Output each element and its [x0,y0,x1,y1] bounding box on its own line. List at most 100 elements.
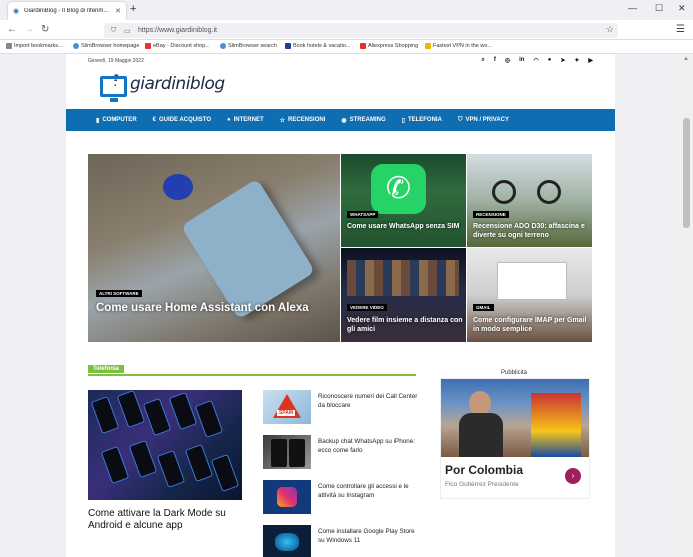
nav-vpn-privacy[interactable]: ⛉ VPN / PRIVACY [458,117,509,124]
bookmark-item[interactable]: Fastest VPN in the wo... [425,43,492,49]
slimbrowser-icon [220,43,226,49]
close-tab-icon[interactable]: ✕ [115,7,121,15]
dark-mode-phones-image [88,390,242,500]
list-item[interactable]: Come installare Google Play Store su Win… [263,525,415,557]
rss-icon[interactable]: ◠ [533,57,538,64]
advertisement[interactable]: ⓘ Por Colombia Fico Gutiérrez Presidente… [440,378,590,499]
ad-arrow-button[interactable]: › [565,468,581,484]
nav-guide-acquisto[interactable]: € GUIDE ACQUISTO [153,117,211,123]
category-badge[interactable]: RECENSIONE [473,211,509,218]
scrollbar[interactable]: ▲ [680,54,693,557]
section-label[interactable]: Telefonia [88,365,124,373]
nav-internet[interactable]: ● INTERNET [227,117,264,123]
featured-article-gmail[interactable]: GMAIL Come configurare IMAP per Gmail in… [467,248,592,342]
article-title[interactable]: Come usare Home Assistant con Alexa [96,301,316,315]
ad-subtitle: Fico Gutiérrez Presidente [445,481,519,488]
globe-icon: ● [227,117,231,123]
booking-icon [285,43,291,49]
featured-article-film[interactable]: VEDERE VIDEO Vedere film insieme a dista… [341,248,466,342]
featured-article-main[interactable]: ALTRI SOFTWARE Come usare Home Assistant… [88,154,340,342]
logo-text: giardiniblog [130,74,225,94]
bookmark-item[interactable]: SlimBrowser search [220,43,277,49]
youtube-icon[interactable]: ▶ [588,57,593,64]
article-title[interactable]: Backup chat WhatsApp su iPhone: ecco com… [318,437,420,455]
movie-posters-image [347,260,459,296]
bookmark-item[interactable]: SlimBrowser homepage [73,43,139,49]
shield-icon[interactable]: ⛉ [111,27,121,35]
webpage: Giovedì, 19 Maggio 2022 ⌕ f ◎ in ◠ ● ➤ ✦… [66,54,615,557]
list-item[interactable]: Backup chat WhatsApp su iPhone: ecco com… [263,435,415,471]
phone-icon: ▯ [401,117,405,124]
ad-label: Pubblicità [501,370,528,376]
bookmark-item[interactable]: eBay - Discount shop... [145,43,210,49]
linkedin-icon[interactable]: in [519,57,524,64]
star-icon: ☆ [279,117,286,124]
scroll-up-icon[interactable]: ▲ [683,56,689,62]
list-item[interactable]: Come controllare gli accessi e le attivi… [263,480,413,516]
slimbrowser-icon [73,43,79,49]
social-icons: ⌕ f ◎ in ◠ ● ➤ ✦ ▶ [481,57,593,64]
vpn-icon [425,43,431,49]
spam-warning-image: SPAM [263,390,311,424]
reddit-icon[interactable]: ● [548,57,552,64]
forward-icon[interactable]: → [24,24,34,35]
address-bar[interactable]: ⛉ ▭ https://www.giardiniblog.it ☆ [104,23,618,38]
article-title[interactable]: Come configurare IMAP per Gmail in modo … [473,316,589,334]
minimize-button[interactable]: — [628,3,637,13]
twitter-icon[interactable]: ✦ [574,57,579,64]
facebook-icon[interactable]: f [494,57,496,64]
device-image [180,178,316,320]
gmail-screenshot-image [497,262,567,300]
import-icon [6,43,12,49]
url-text[interactable]: https://www.giardiniblog.it [138,27,217,34]
nav-streaming[interactable]: ◉ STREAMING [341,117,385,124]
bookmark-item[interactable]: Aliexpress Shopping [360,43,418,49]
close-window-button[interactable]: ✕ [678,3,686,14]
section-header: Telefonia [88,365,416,376]
current-date: Giovedì, 19 Maggio 2022 [88,58,144,64]
section-main-article[interactable]: Come attivare la Dark Mode su Android e … [88,390,242,532]
article-title[interactable]: Come usare WhatsApp senza SIM [347,222,463,231]
nav-telefonia[interactable]: ▯ TELEFONIA [402,117,442,124]
bookmark-item[interactable]: Import bookmarks... [6,43,63,49]
maximize-button[interactable]: ☐ [655,3,663,14]
reload-icon[interactable]: ↻ [41,24,49,35]
scrollbar-thumb[interactable] [683,118,690,228]
play-store-windows-image [263,525,311,557]
back-icon[interactable]: ← [7,24,17,35]
new-tab-button[interactable]: + [130,3,136,15]
article-title[interactable]: Vedere film insieme a distanza con gli a… [347,316,463,334]
play-icon: ◉ [341,117,347,124]
article-title[interactable]: Come controllare gli accessi e le attivi… [318,482,420,500]
search-icon[interactable]: ⌕ [481,57,484,64]
hamburger-menu-icon[interactable]: ☰ [676,24,685,35]
bookmarks-bar: Import bookmarks... SlimBrowser homepage… [0,40,693,54]
category-badge[interactable]: WHATSAPP [347,211,379,218]
nav-recensioni[interactable]: ☆ RECENSIONI [280,117,326,124]
tab-bar: ◉ GiardiniBlog - Il Blog di riferim... ✕… [0,0,693,20]
bookmark-item[interactable]: Book hotels & vacatio... [285,43,350,49]
bookmark-star-icon[interactable]: ☆ [606,24,614,35]
article-title[interactable]: Recensione ADO D30: affascina e diverte … [473,222,589,240]
instagram-icon[interactable]: ◎ [505,57,510,64]
featured-article-whatsapp[interactable]: ✆ WHATSAPP Come usare WhatsApp senza SIM [341,154,466,247]
keyfob-image [163,174,193,200]
article-title[interactable]: Come attivare la Dark Mode su Android e … [88,508,242,532]
article-title[interactable]: Come installare Google Play Store su Win… [318,527,420,545]
browser-tab[interactable]: ◉ GiardiniBlog - Il Blog di riferim... ✕ [8,2,126,20]
featured-article-ado[interactable]: RECENSIONE Recensione ADO D30: affascina… [467,154,592,247]
category-badge[interactable]: VEDERE VIDEO [347,304,387,311]
whatsapp-icon: ✆ [371,164,426,214]
lock-icon[interactable]: ▭ [124,27,134,35]
list-item[interactable]: SPAM Riconoscere numeri dei Call Center … [263,390,417,426]
article-title[interactable]: Riconoscere numeri dei Call Center da bl… [318,392,420,410]
ebay-icon [145,43,151,49]
category-badge[interactable]: GMAIL [473,304,494,311]
ad-headline[interactable]: Por Colombia [445,463,523,477]
instagram-logo-image [263,480,311,514]
ad-info-icon[interactable]: ⓘ [581,381,586,388]
site-logo[interactable]: ▪▪▪ ▪▪ ▪ giardiniblog [100,73,240,104]
nav-computer[interactable]: ▮ COMPUTER [96,117,137,124]
telegram-icon[interactable]: ➤ [560,57,565,64]
category-badge[interactable]: ALTRI SOFTWARE [96,290,142,297]
